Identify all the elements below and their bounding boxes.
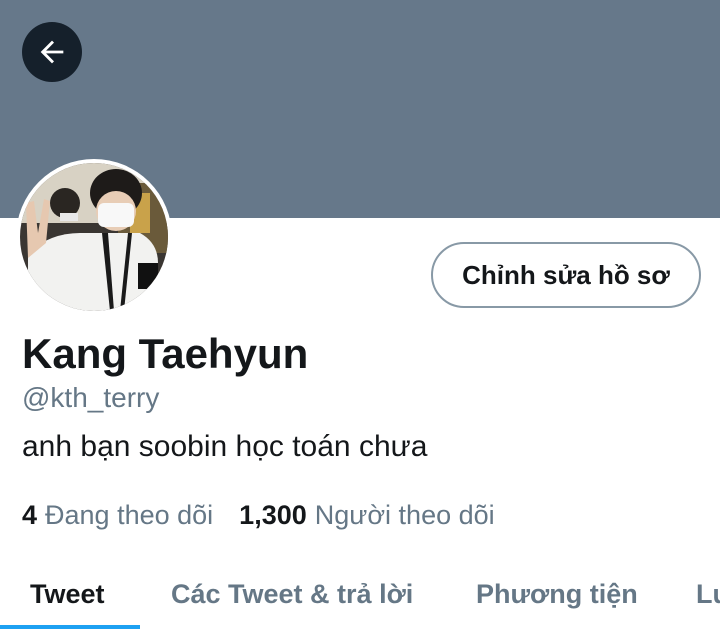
tab-likes[interactable]: Lu [696, 560, 720, 629]
following-label: Đang theo dõi [45, 500, 214, 530]
follow-stats: 4 Đang theo dõi 1,300 Người theo dõi [22, 500, 495, 531]
active-tab-indicator [0, 625, 140, 629]
display-name: Kang Taehyun [22, 330, 309, 377]
profile-tabs: Tweet Các Tweet & trả lời Phương tiện Lu [0, 560, 720, 629]
following-count: 4 [22, 500, 38, 530]
followers-link[interactable]: 1,300 Người theo dõi [239, 500, 494, 531]
tab-media[interactable]: Phương tiện [476, 560, 638, 629]
avatar-photo [20, 163, 168, 311]
back-button[interactable] [22, 22, 82, 82]
profile-bio: anh bạn soobin học toán chưa [22, 430, 428, 463]
tab-tweets[interactable]: Tweet [30, 560, 105, 629]
followers-count: 1,300 [239, 500, 307, 530]
following-link[interactable]: 4 Đang theo dõi [22, 500, 213, 531]
arrow-left-icon [40, 40, 64, 64]
username-handle: @kth_terry [22, 382, 160, 413]
tab-tweets-and-replies[interactable]: Các Tweet & trả lời [171, 560, 413, 629]
followers-label: Người theo dõi [314, 500, 495, 530]
edit-profile-button[interactable]: Chỉnh sửa hồ sơ [431, 242, 701, 308]
avatar[interactable] [20, 163, 168, 311]
